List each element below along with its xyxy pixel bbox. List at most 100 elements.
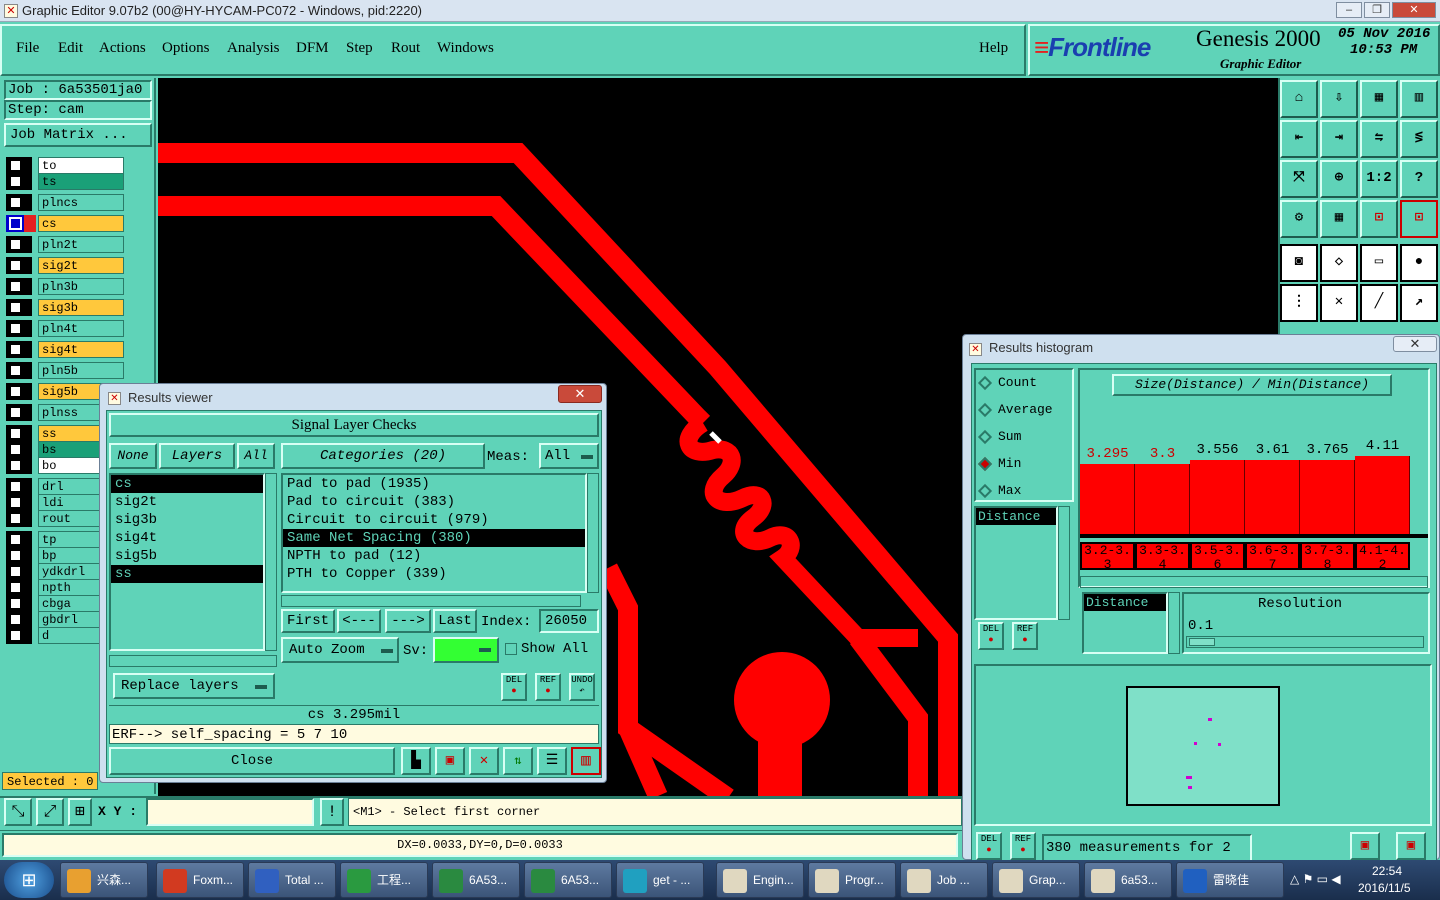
layer-row-cs[interactable]: cs [6,215,124,232]
hist-list-item[interactable]: Distance [976,508,1056,525]
layer-checkbox[interactable] [9,175,22,188]
layer-name[interactable]: to [38,157,124,174]
layer-checkbox[interactable] [9,343,22,356]
layer-checkbox[interactable] [9,322,22,335]
hist-bar[interactable] [1355,456,1410,534]
job-matrix-button[interactable]: Job Matrix ... [4,123,152,147]
hist-bar[interactable] [1080,464,1135,534]
layer-checkbox[interactable] [9,238,22,251]
net-active-icon[interactable]: ⊡ [1400,200,1438,238]
menu-analysis[interactable]: Analysis [227,40,280,57]
hist-ref-button[interactable]: REF ● [1012,622,1038,650]
layer-result-item[interactable]: sig3b [111,511,263,529]
category-item[interactable]: Same Net Spacing (380) [283,529,585,547]
menu-actions[interactable]: Actions [99,40,146,57]
line-icon[interactable]: ╱ [1360,284,1398,322]
fit-icon[interactable]: ⤧ [1280,160,1318,198]
del-button[interactable]: DEL ● [501,673,527,701]
layer-row-pln2t[interactable]: pln2t [6,236,124,253]
hist-export-button[interactable]: ▣ [1350,832,1380,860]
hist-option-count[interactable]: Count [977,374,1037,396]
zoom-dropdown[interactable]: Auto Zoom [281,637,399,663]
pad-icon[interactable]: ◙ [1280,244,1318,282]
layer-name[interactable]: sig3b [38,299,124,316]
layer-result-item[interactable]: cs [111,475,263,493]
alert-icon-button[interactable]: ! [320,798,344,826]
layer-name[interactable]: sig2t [38,257,124,274]
taskbar-item[interactable]: 工程... [340,862,428,898]
pan-right-icon[interactable]: ⇥ [1320,120,1358,158]
layer-checkbox[interactable] [9,533,22,546]
hist-list-scrollbar[interactable] [1058,506,1070,620]
layer-checkbox[interactable] [9,597,22,610]
taskbar-item[interactable]: Grap... [992,862,1080,898]
circle-icon[interactable]: ● [1400,244,1438,282]
layer-checkbox[interactable] [9,259,22,272]
first-button[interactable]: First [281,609,335,633]
taskbar-item[interactable]: 雷晓佳 [1176,862,1284,898]
histogram-icon-button[interactable]: ▥ [571,747,601,775]
grid-icon-button[interactable]: ⊞ [68,798,92,826]
layer-result-item[interactable]: sig5b [111,547,263,565]
start-button[interactable]: ⊞ [4,862,54,898]
hist-bar[interactable] [1135,464,1190,534]
categories-button[interactable]: Categories (20) [281,443,485,469]
layer-row-to[interactable]: to [6,157,124,174]
hist-option-average[interactable]: Average [977,401,1053,423]
step-icon[interactable]: ≶ [1400,120,1438,158]
res-scrollbar[interactable] [1168,592,1180,654]
layer-row-ts[interactable]: ts [6,173,124,190]
layer-name[interactable]: plncs [38,194,124,211]
res-list-item[interactable]: Distance [1084,594,1166,611]
layer-row-plncs[interactable]: plncs [6,194,124,211]
hist-bar[interactable] [1245,460,1300,534]
layer-result-item[interactable]: ss [111,565,263,583]
layer-list-scrollbar[interactable] [265,473,277,651]
layer-checkbox[interactable] [9,581,22,594]
report-icon-button[interactable]: ☰ [537,747,567,775]
none-button[interactable]: None [109,443,157,469]
layer-checkbox[interactable] [9,443,22,456]
layers-button[interactable]: Layers [159,443,235,469]
layer-checkbox[interactable] [9,549,22,562]
ruler-icon[interactable]: ▭ [1360,244,1398,282]
category-item[interactable]: NPTH to pad (12) [283,547,585,565]
menu-options[interactable]: Options [162,40,210,57]
index-input[interactable]: 26050 [539,609,599,633]
help-icon[interactable]: ? [1400,160,1438,198]
all-layers-button[interactable]: All [237,443,275,469]
menu-help[interactable]: Help [979,40,1008,57]
maximize-button[interactable]: ❐ [1364,2,1390,18]
center-icon[interactable]: ⊕ [1320,160,1358,198]
grid-icon[interactable]: ▦ [1320,200,1358,238]
resolution-slider[interactable] [1186,636,1424,648]
replace-layers-dropdown[interactable]: Replace layers [113,673,275,699]
layer-row-sig2t[interactable]: sig2t [6,257,124,274]
layer-checkbox[interactable] [9,364,22,377]
layer-checkbox[interactable] [9,496,22,509]
layer-name[interactable]: pln2t [38,236,124,253]
layer-name[interactable]: cs [38,215,124,232]
taskbar-item[interactable]: 兴森... [60,862,148,898]
taskbar-item[interactable]: Job ... [900,862,988,898]
window-icon[interactable]: ▦ [1360,80,1398,118]
layer-checkbox[interactable] [9,427,22,440]
last-button[interactable]: Last [433,609,477,633]
hist-hscroll[interactable] [1080,576,1428,588]
hist-print-button[interactable]: ▣ [1396,832,1426,860]
arrow-icon[interactable]: ↗ [1400,284,1438,322]
layer-name[interactable]: pln3b [38,278,124,295]
sv-color-dropdown[interactable] [433,637,499,663]
layer-row-pln3b[interactable]: pln3b [6,278,124,295]
zoom-down-icon[interactable]: ⇩ [1320,80,1358,118]
layer-checkbox[interactable] [9,159,22,172]
taskbar-item[interactable]: Progr... [808,862,896,898]
layer-name[interactable]: sig4t [38,341,124,358]
menu-file[interactable]: File [16,40,39,57]
taskbar-item[interactable]: get - ... [616,862,704,898]
screen-icon-button[interactable]: ▣ [435,747,465,775]
menu-windows[interactable]: Windows [437,40,494,57]
layer-results-list[interactable]: cs sig2t sig3b sig4t sig5b ss [109,473,265,651]
layer-row-sig3b[interactable]: sig3b [6,299,124,316]
mirror-icon[interactable]: ⇋ [1360,120,1398,158]
